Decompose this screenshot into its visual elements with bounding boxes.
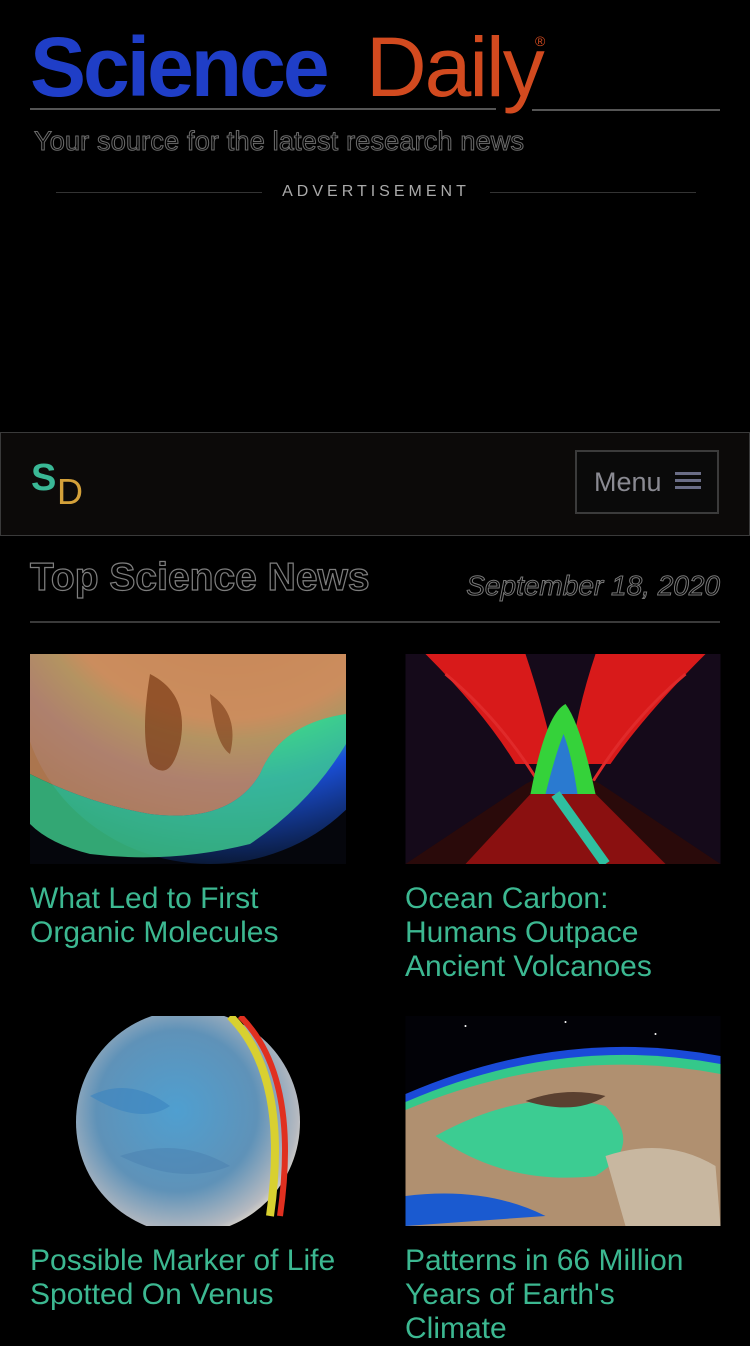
- navbar: S D Menu: [0, 432, 750, 536]
- sd-home-logo[interactable]: S D: [31, 457, 101, 517]
- hamburger-icon: [675, 472, 701, 494]
- registered-mark: ®: [535, 33, 546, 49]
- section-title: Top Science News: [29, 555, 370, 599]
- story-headline[interactable]: Patterns in 66 Million Years of Earth's …: [405, 1244, 721, 1346]
- section-divider: [30, 621, 720, 623]
- story-card: Patterns in 66 Million Years of Earth's …: [405, 1016, 721, 1346]
- story-card: Possible Marker of Life Spotted On Venus: [30, 1016, 346, 1312]
- erupting-volcano-image[interactable]: [405, 654, 721, 864]
- logo-daily-text: Daily: [366, 20, 545, 114]
- sciencedaily-logo-mark: Science Daily ®: [30, 20, 720, 114]
- story-headline[interactable]: What Led to First Organic Molecules: [30, 882, 346, 950]
- advertisement-divider: ADVERTISEMENT: [56, 178, 696, 206]
- logo-science-text: Science: [30, 20, 327, 114]
- sd-logo-d: D: [57, 471, 83, 512]
- story-headline[interactable]: Possible Marker of Life Spotted On Venus: [30, 1244, 346, 1312]
- sciencedaily-logo[interactable]: Science Daily ®: [30, 18, 720, 118]
- menu-label: Menu: [594, 467, 662, 497]
- earth-from-orbit-image[interactable]: [405, 1016, 721, 1226]
- story-headline[interactable]: Ocean Carbon: Humans Outpace Ancient Vol…: [405, 882, 721, 984]
- venus-planet-image[interactable]: [30, 1016, 346, 1226]
- menu-button[interactable]: Menu: [575, 450, 719, 514]
- tagline: Your source for the latest research news: [33, 126, 525, 157]
- story-card: What Led to First Organic Molecules: [30, 654, 346, 950]
- planet-surface-thermal-image[interactable]: [30, 654, 346, 864]
- story-card: Ocean Carbon: Humans Outpace Ancient Vol…: [405, 654, 721, 984]
- divider-line-right: [490, 192, 696, 193]
- section-date: September 18, 2020: [466, 570, 721, 602]
- sd-logo-s: S: [31, 457, 57, 499]
